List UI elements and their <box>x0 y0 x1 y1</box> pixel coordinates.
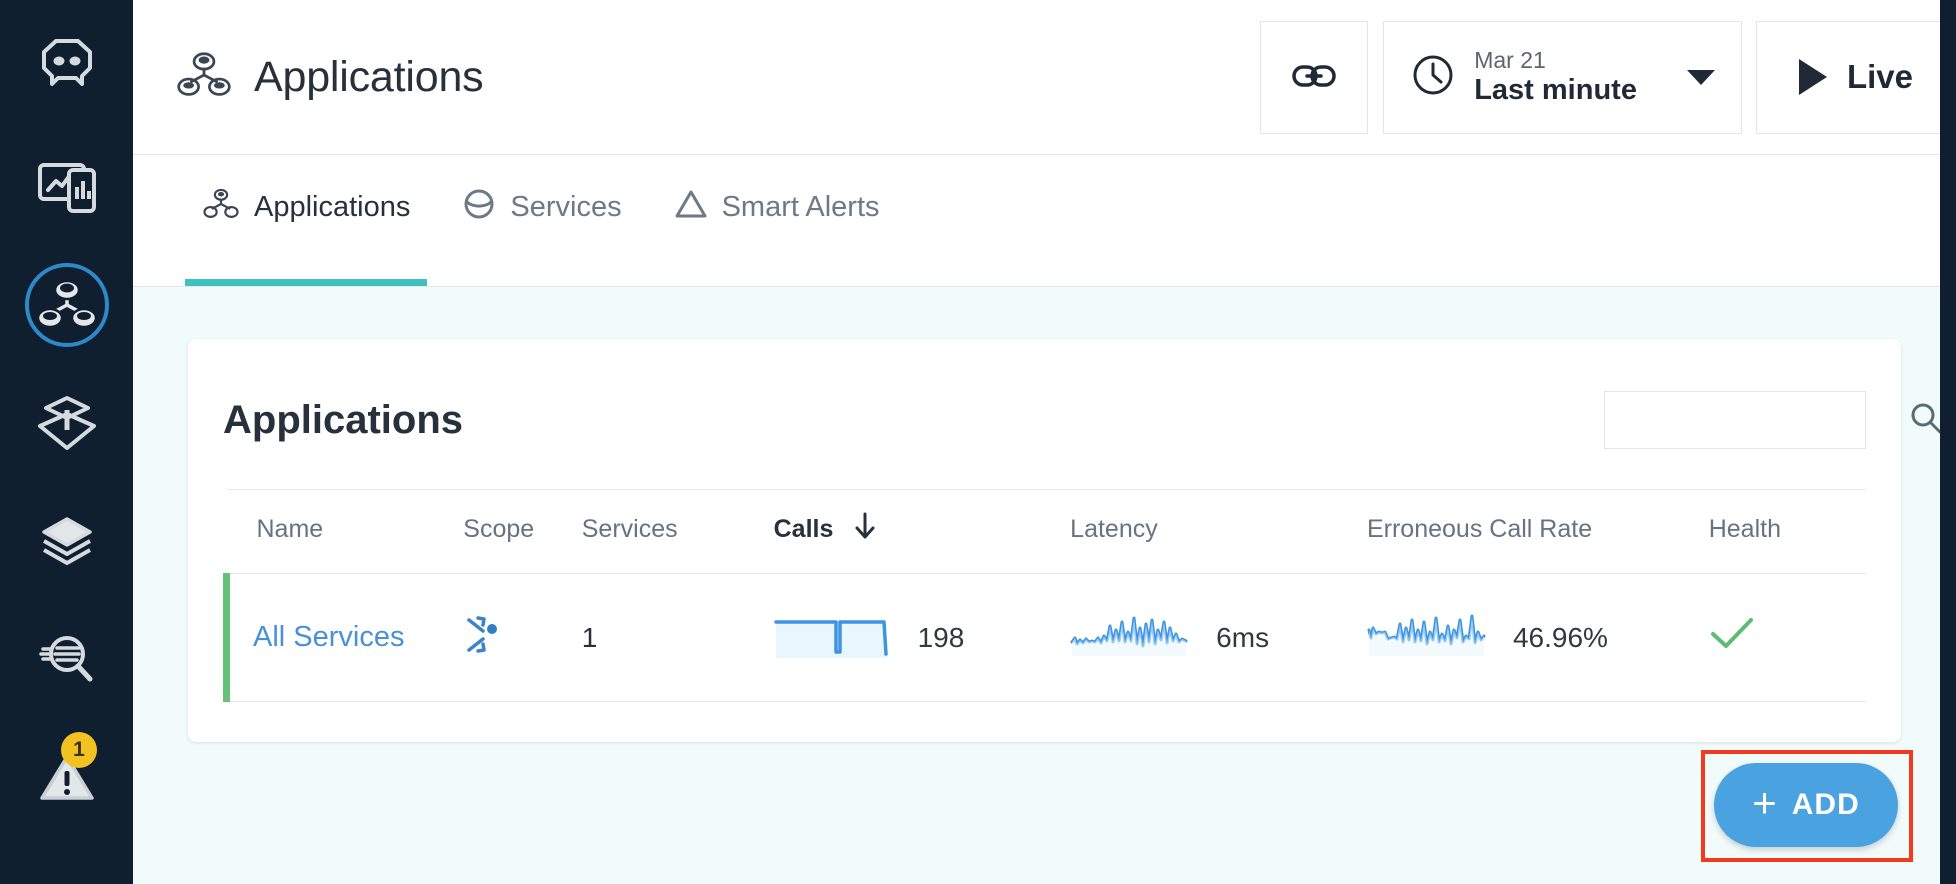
events-badge-count: 1 <box>61 732 97 768</box>
search-analyze-icon <box>37 632 97 686</box>
sidebar-item-dashboards[interactable] <box>0 128 133 246</box>
column-header-erroneous-call-rate[interactable]: Erroneous Call Rate <box>1366 489 1709 574</box>
search-box[interactable] <box>1604 391 1942 449</box>
cell-calls: 198 <box>773 573 1071 702</box>
latency-sparkline <box>1070 608 1190 667</box>
card-title: Applications <box>223 397 464 442</box>
sidebar-item-analyze[interactable] <box>0 600 133 718</box>
erroneous-call-rate-value: 46.96% <box>1512 621 1608 653</box>
card-header: Applications <box>223 375 1942 489</box>
time-range-date: Mar 21 <box>1474 46 1546 73</box>
app-root: 1 Applications Mar 21 Last minute Live A… <box>0 0 1956 884</box>
cell-scope <box>463 573 582 702</box>
check-icon <box>1709 618 1755 659</box>
column-header-calls-label: Calls <box>773 515 834 543</box>
sidebar-item-applications[interactable] <box>0 246 133 364</box>
add-button-label: ADD <box>1791 788 1860 821</box>
tab-services[interactable]: Services <box>436 155 647 286</box>
sidebar-item-websites[interactable] <box>0 482 133 600</box>
sidebar-item-events[interactable]: 1 <box>0 718 133 836</box>
table-head: Name Scope Services Calls Latency Errone… <box>226 489 1866 574</box>
tab-applications[interactable]: Applications <box>176 155 436 286</box>
tab-applications-label: Applications <box>254 191 411 223</box>
cell-services: 1 <box>581 573 774 702</box>
time-range-picker[interactable]: Mar 21 Last minute <box>1383 20 1742 134</box>
table-header-row: Name Scope Services Calls Latency Errone… <box>226 489 1866 574</box>
page-title: Applications <box>254 52 484 101</box>
applications-table: Name Scope Services Calls Latency Errone… <box>223 489 1866 702</box>
live-button[interactable]: Live <box>1755 20 1956 134</box>
table-row[interactable]: All Services 1 198 6ms 46.96% <box>223 573 1866 702</box>
cell-latency: 6ms <box>1070 573 1367 702</box>
tab-smart-alerts-label: Smart Alerts <box>721 191 880 223</box>
search-icon[interactable] <box>1909 401 1943 440</box>
live-label: Live <box>1846 58 1913 95</box>
chevron-down-icon[interactable] <box>1686 69 1715 85</box>
column-header-latency[interactable]: Latency <box>1070 489 1367 574</box>
column-header-calls[interactable]: Calls <box>773 489 1071 574</box>
cell-erroneous-call-rate: 46.96% <box>1366 573 1709 702</box>
tab-bar: Applications Services Smart Alerts <box>133 155 1956 287</box>
search-input[interactable] <box>1621 407 1909 433</box>
alert-triangle-icon <box>674 188 708 228</box>
application-link[interactable]: All Services <box>253 621 405 653</box>
add-button-highlight: + ADD <box>1701 750 1913 862</box>
erroneous-call-rate-metric: 46.96% <box>1367 608 1709 667</box>
applications-icon <box>202 188 240 228</box>
page-body: Applications Name Scope Services Calls L… <box>133 287 1956 884</box>
dashboard-icon <box>37 160 97 214</box>
column-header-health[interactable]: Health <box>1708 489 1866 574</box>
header-actions: Mar 21 Last minute Live <box>1260 20 1956 134</box>
sidebar-item-infrastructure[interactable] <box>0 364 133 482</box>
add-button[interactable]: + ADD <box>1714 763 1898 847</box>
adjacent-window-edge <box>1940 0 1956 884</box>
applications-icon <box>176 51 232 103</box>
page-title-group: Applications <box>176 51 484 103</box>
main-content: Applications Mar 21 Last minute Live App… <box>133 0 1956 884</box>
plus-icon: + <box>1752 779 1778 826</box>
active-indicator-ring <box>24 263 109 347</box>
column-header-scope[interactable]: Scope <box>463 489 582 574</box>
tab-smart-alerts[interactable]: Smart Alerts <box>648 155 906 286</box>
applications-card: Applications Name Scope Services Calls L… <box>188 339 1942 742</box>
latency-value: 6ms <box>1216 621 1270 653</box>
copy-link-button[interactable] <box>1260 20 1369 134</box>
sidebar: 1 <box>0 0 133 884</box>
table-body: All Services 1 198 6ms 46.96% <box>223 573 1866 702</box>
time-range-texts: Mar 21 Last minute <box>1474 46 1637 106</box>
sidebar-logo[interactable] <box>0 0 133 128</box>
scope-inbound-outbound-icon <box>463 616 505 662</box>
services-icon <box>462 187 496 229</box>
calls-metric: 198 <box>773 608 1071 667</box>
latency-metric: 6ms <box>1070 608 1367 667</box>
play-icon <box>1798 59 1827 95</box>
link-icon <box>1292 63 1336 92</box>
cell-health <box>1708 573 1866 702</box>
time-range-value: Last minute <box>1474 73 1637 106</box>
column-header-name[interactable]: Name <box>226 489 464 574</box>
stack-layers-icon <box>38 514 96 568</box>
robot-logo-icon <box>36 38 98 90</box>
page-header: Applications Mar 21 Last minute Live <box>133 0 1956 155</box>
infrastructure-icon <box>36 394 98 452</box>
column-header-services[interactable]: Services <box>581 489 774 574</box>
tab-services-label: Services <box>510 191 622 223</box>
cell-name: All Services <box>223 573 464 702</box>
calls-sparkline <box>773 608 892 667</box>
calls-value: 198 <box>917 621 965 653</box>
clock-icon <box>1410 52 1456 103</box>
arrow-down-icon <box>854 512 876 547</box>
erroneous-call-rate-sparkline <box>1367 608 1487 667</box>
